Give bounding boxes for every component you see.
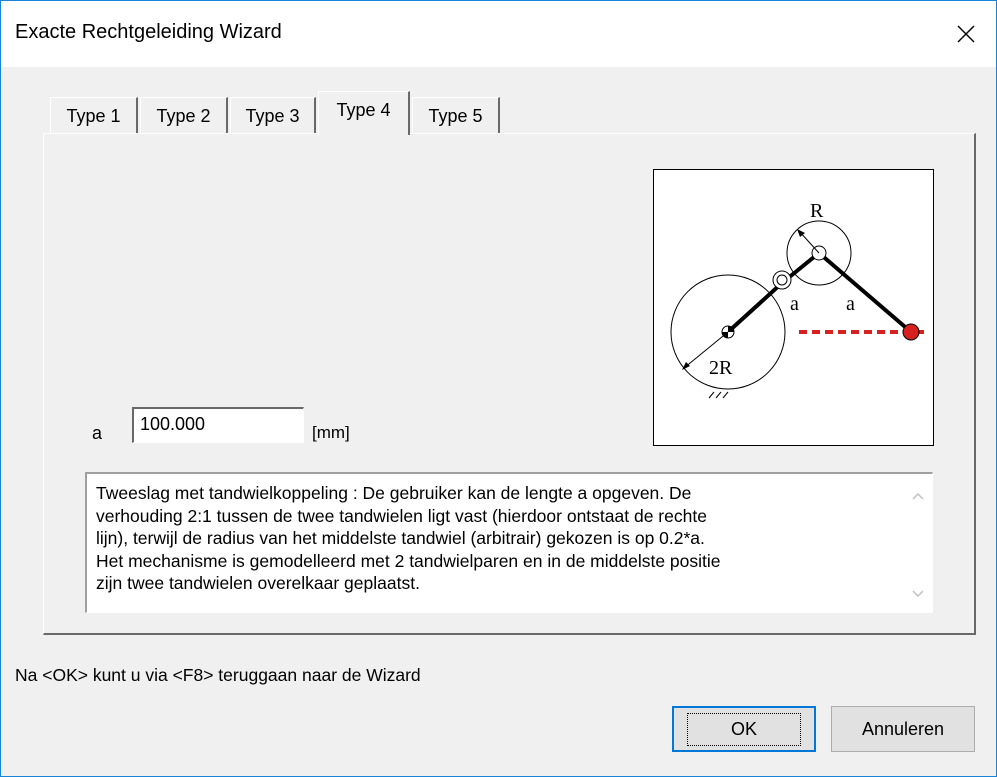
- chevron-down-icon: [912, 590, 924, 598]
- scroll-down-button[interactable]: [904, 580, 932, 608]
- diagram-label-2r: 2R: [709, 357, 733, 379]
- close-button[interactable]: [936, 1, 996, 67]
- tab-type-5[interactable]: Type 5: [412, 97, 500, 133]
- tab-label: Type 2: [156, 106, 211, 126]
- a-value-input[interactable]: 100.000: [132, 407, 304, 443]
- title-bar[interactable]: Exacte Rechtgeleiding Wizard: [1, 1, 996, 67]
- tab-label: Type 5: [428, 106, 483, 126]
- tab-type-1[interactable]: Type 1: [50, 97, 138, 133]
- diagram-label-a-right: a: [846, 293, 855, 315]
- hint-text: Na <OK> kunt u via <F8> teruggaan naar d…: [15, 665, 421, 685]
- tab-panel: R 2R a a a 100.000 [mm] Tweeslag met tan…: [43, 133, 976, 635]
- mechanism-diagram: R 2R a a: [653, 169, 934, 446]
- window-title: Exacte Rechtgeleiding Wizard: [15, 21, 282, 43]
- tab-label: Type 3: [245, 106, 300, 126]
- ok-button-label: OK: [686, 712, 801, 746]
- cancel-button-label: Annuleren: [861, 718, 945, 739]
- description-scrollbar[interactable]: [904, 474, 932, 612]
- description-text: Tweeslag met tandwielkoppeling : De gebr…: [96, 483, 721, 593]
- tab-type-4[interactable]: Type 4: [318, 91, 410, 135]
- tab-label: Type 1: [66, 106, 121, 126]
- tab-type-3[interactable]: Type 3: [230, 97, 316, 133]
- close-icon: [957, 25, 975, 43]
- description-textarea[interactable]: Tweeslag met tandwielkoppeling : De gebr…: [85, 472, 933, 613]
- field-a-unit: [mm]: [312, 423, 350, 442]
- ok-button[interactable]: OK: [672, 706, 816, 752]
- diagram-label-r: R: [810, 200, 824, 222]
- wizard-dialog: Exacte Rechtgeleiding Wizard Type 1 Type…: [0, 0, 997, 777]
- cancel-button[interactable]: Annuleren: [831, 706, 975, 752]
- scroll-up-button[interactable]: [904, 482, 932, 510]
- chevron-up-icon: [912, 492, 924, 500]
- field-a-label: a: [92, 423, 103, 443]
- tab-type-2[interactable]: Type 2: [140, 97, 228, 133]
- tab-label: Type 4: [336, 100, 391, 120]
- diagram-label-a-left: a: [790, 293, 799, 315]
